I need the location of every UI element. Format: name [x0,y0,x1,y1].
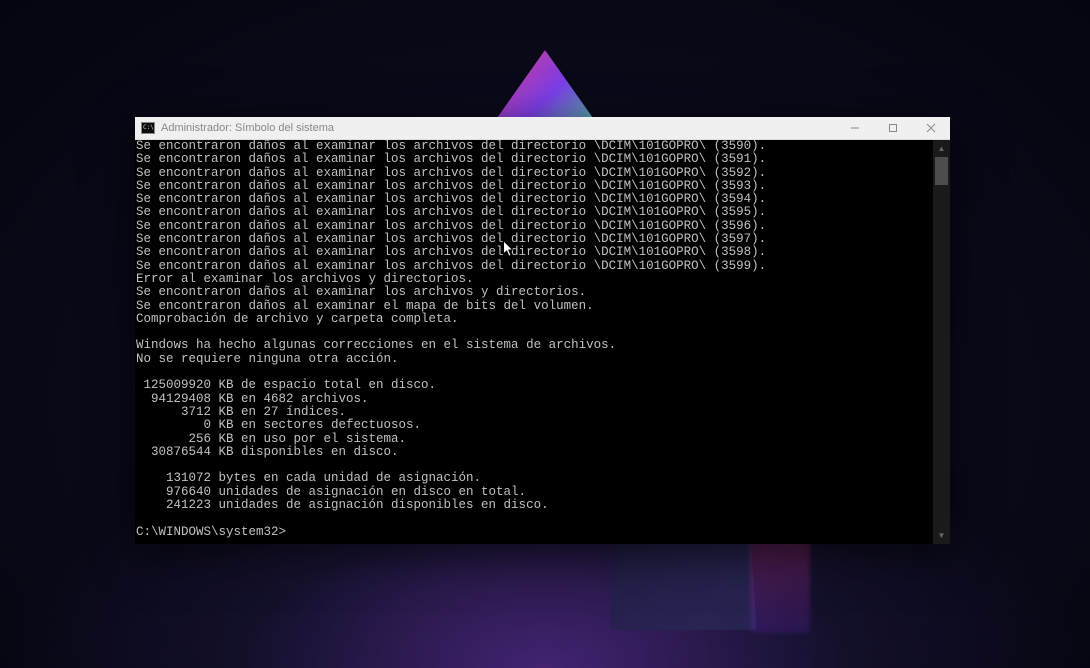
close-icon [926,123,936,133]
window-controls [836,117,950,139]
scroll-up-arrow[interactable]: ▲ [933,140,950,157]
terminal-area: Se encontraron daños al examinar los arc… [135,140,950,544]
cmd-window: C:\ Administrador: Símbolo del sistema S… [135,117,950,544]
maximize-button[interactable] [874,117,912,139]
cmd-icon: C:\ [141,122,155,134]
terminal-output[interactable]: Se encontraron daños al examinar los arc… [135,140,933,544]
maximize-icon [888,123,898,133]
close-button[interactable] [912,117,950,139]
scrollbar[interactable]: ▲ ▼ [933,140,950,544]
scrollbar-track[interactable] [933,157,950,527]
scrollbar-thumb[interactable] [935,157,948,185]
window-title: Administrador: Símbolo del sistema [161,122,836,134]
scroll-down-arrow[interactable]: ▼ [933,527,950,544]
minimize-button[interactable] [836,117,874,139]
minimize-icon [850,123,860,133]
titlebar[interactable]: C:\ Administrador: Símbolo del sistema [135,117,950,140]
